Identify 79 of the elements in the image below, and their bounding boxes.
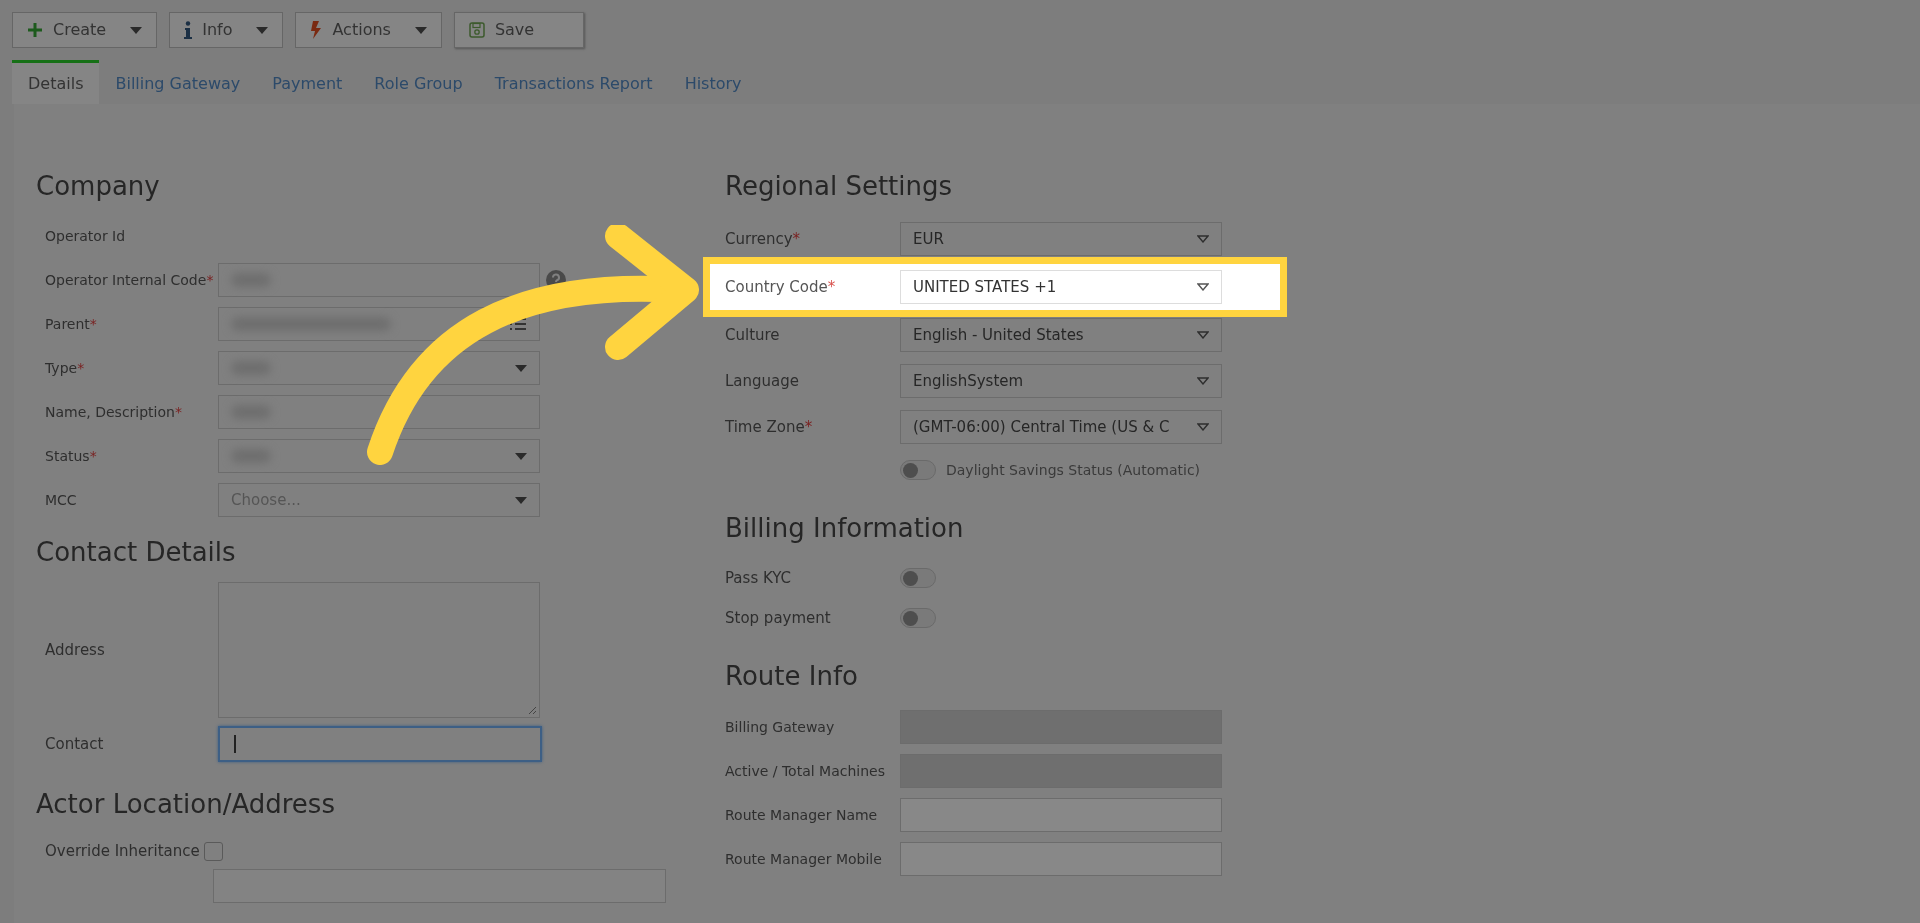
field-label: Status xyxy=(45,446,90,466)
required-mark: * xyxy=(77,358,85,378)
section-heading: Route Info xyxy=(725,659,859,693)
text-field[interactable] xyxy=(900,842,1222,876)
toolbar-button[interactable]: Info xyxy=(169,12,284,48)
required-mark: * xyxy=(174,402,182,422)
toggle-switch[interactable] xyxy=(900,460,936,480)
tab[interactable]: Role Group xyxy=(358,60,479,104)
resize-handle-icon[interactable] xyxy=(527,705,537,715)
field-label: Currency xyxy=(725,228,793,250)
field-label: Culture xyxy=(725,324,780,346)
field-label: Contact xyxy=(44,733,105,755)
section-heading: Company xyxy=(36,169,161,203)
field-label: Stop payment xyxy=(725,607,832,629)
text-field[interactable] xyxy=(218,263,540,297)
caret-icon xyxy=(1197,423,1209,431)
section-heading: Contact Details xyxy=(36,535,237,569)
required-mark: * xyxy=(827,276,836,298)
info-icon xyxy=(184,21,193,39)
field-label: Address xyxy=(44,639,106,661)
field-label: Pass KYC xyxy=(725,567,793,589)
caret-icon xyxy=(1197,283,1209,291)
list-icon xyxy=(509,317,527,331)
select-field[interactable]: (GMT-06:00) Central Time (US & C xyxy=(900,410,1222,444)
caret-icon xyxy=(515,496,527,504)
text-area[interactable] xyxy=(218,582,540,718)
select-field[interactable]: EUR xyxy=(900,222,1222,256)
field-label: Type xyxy=(45,358,78,378)
field-label: Route Manager Name xyxy=(725,805,879,825)
text-cursor xyxy=(234,735,236,753)
caret-icon xyxy=(1197,235,1209,243)
field-label: Route Manager Mobile xyxy=(725,849,883,869)
toolbar-button[interactable]: Save xyxy=(453,12,584,48)
tab[interactable]: Details xyxy=(12,60,100,104)
toggle-switch[interactable] xyxy=(900,608,936,628)
lightning-icon xyxy=(310,21,323,39)
caret-icon xyxy=(515,452,527,460)
field-label: MCC xyxy=(45,490,77,510)
field-label: Language xyxy=(725,370,800,392)
caret-icon xyxy=(515,364,527,372)
text-field[interactable] xyxy=(218,726,542,762)
caret-icon xyxy=(414,26,427,34)
caret-icon xyxy=(130,26,143,34)
field-label: Country Code xyxy=(725,276,828,298)
section-heading: Regional Settings xyxy=(725,169,954,203)
field-label: Name, Description xyxy=(45,402,175,422)
select-field[interactable] xyxy=(218,439,540,473)
tab[interactable]: History xyxy=(668,60,758,104)
field-label: Active / Total Machines xyxy=(725,761,886,781)
select-field[interactable]: English - United States xyxy=(900,318,1222,352)
field-label: Override Inheritance xyxy=(45,841,200,862)
section-heading: Billing Information xyxy=(725,511,965,545)
field-label: Time Zone xyxy=(725,416,805,438)
tab[interactable]: Payment xyxy=(256,60,359,104)
select-field[interactable]: EnglishSystem xyxy=(900,364,1222,398)
select-field[interactable]: UNITED STATES +1 xyxy=(900,270,1222,304)
field-label: Billing Gateway xyxy=(725,717,836,737)
field-label: Operator Id xyxy=(45,226,126,246)
text-field[interactable] xyxy=(218,395,540,429)
required-mark: * xyxy=(804,416,813,438)
caret-icon xyxy=(1197,377,1209,385)
section-heading: Actor Location/Address xyxy=(36,787,336,821)
field-label: Operator Internal Code xyxy=(45,270,207,290)
checkbox[interactable] xyxy=(203,841,223,861)
required-mark: * xyxy=(792,228,801,250)
required-mark: * xyxy=(89,446,97,466)
toggle-label: Daylight Savings Status (Automatic) xyxy=(946,460,1201,480)
required-mark: * xyxy=(206,270,214,290)
tab[interactable]: Billing Gateway xyxy=(99,60,257,104)
toggle-switch[interactable] xyxy=(900,568,936,588)
required-mark: * xyxy=(89,314,97,334)
plus-icon xyxy=(27,22,43,38)
text-field[interactable] xyxy=(900,798,1222,832)
field-label: Parent xyxy=(45,314,90,334)
caret-icon xyxy=(1197,331,1209,339)
toolbar-button[interactable]: Create xyxy=(12,12,158,48)
tab[interactable]: Transactions Report xyxy=(478,60,669,104)
toolbar-button[interactable]: Actions xyxy=(295,12,442,48)
caret-icon xyxy=(256,26,269,34)
